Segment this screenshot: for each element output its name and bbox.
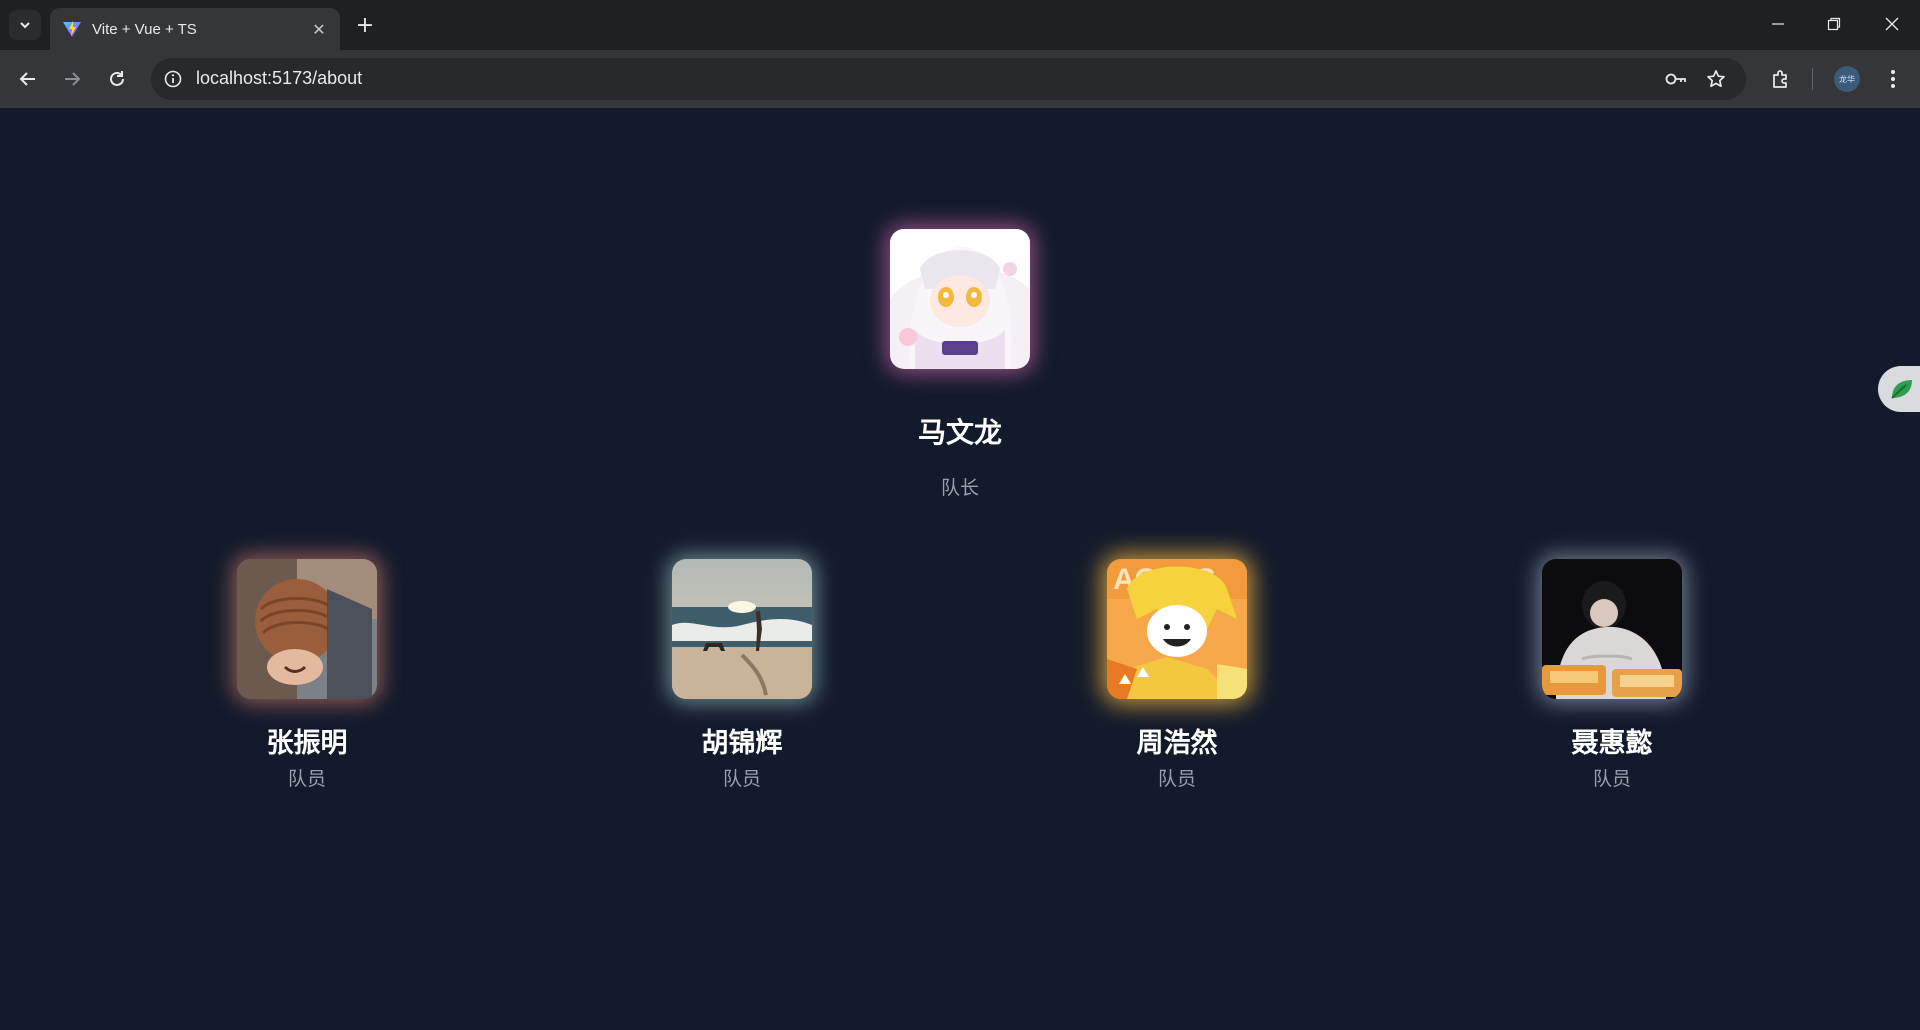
restore-icon[interactable] xyxy=(1814,8,1854,40)
member-card: 张振明 队员 xyxy=(157,559,457,791)
leader-role: 队长 xyxy=(940,477,979,499)
member-card: 胡锦辉 队员 xyxy=(592,559,892,791)
back-icon[interactable] xyxy=(12,63,44,95)
leader-avatar xyxy=(890,229,1030,369)
reload-icon[interactable] xyxy=(101,63,133,95)
member-role: 队员 xyxy=(1157,768,1196,790)
member-name: 胡锦辉 xyxy=(701,728,783,759)
url-text: localhost:5173/about xyxy=(196,68,363,88)
minimize-icon[interactable] xyxy=(1758,8,1798,40)
member-avatar xyxy=(237,559,377,699)
leader-card: 马文龙 队长 xyxy=(810,229,1110,500)
chevron-down-icon xyxy=(20,22,30,29)
profile-avatar[interactable]: 龙华 xyxy=(1834,66,1860,92)
extensions-puzzle-icon[interactable] xyxy=(1765,63,1797,95)
browser-toolbar: localhost:5173/about 龙华 xyxy=(0,50,1920,108)
member-avatar: AGATS xyxy=(1107,559,1247,699)
vite-logo-icon xyxy=(63,21,81,37)
browser-titlebar: Vite + Vue + TS ✕ + xyxy=(0,0,1920,50)
member-avatar xyxy=(672,559,812,699)
forward-icon[interactable] xyxy=(56,63,88,95)
new-tab-button[interactable]: + xyxy=(352,12,378,38)
sidebar-extension-button[interactable] xyxy=(1878,366,1920,412)
member-role: 队员 xyxy=(287,768,326,790)
member-name: 张振明 xyxy=(266,728,348,759)
about-page: 马文龙 队长 张振明 队员 胡锦辉 队员 周浩然 队员 聂惠懿 队员 xyxy=(0,108,1920,1030)
member-name: 周浩然 xyxy=(1136,728,1218,759)
bookmark-star-icon[interactable] xyxy=(1704,67,1728,91)
more-menu-icon[interactable] xyxy=(1877,63,1909,95)
leaf-icon xyxy=(1891,380,1912,399)
address-bar[interactable]: localhost:5173/about xyxy=(151,58,1746,100)
tab-title: Vite + Vue + TS xyxy=(92,20,197,38)
leader-name: 马文龙 xyxy=(917,416,1002,449)
member-avatar xyxy=(1542,559,1682,699)
tab-search-button[interactable] xyxy=(9,10,41,40)
password-key-icon[interactable] xyxy=(1664,67,1688,91)
member-role: 队员 xyxy=(1592,768,1631,790)
member-role: 队员 xyxy=(722,768,761,790)
member-card: 聂惠懿 队员 xyxy=(1462,559,1762,791)
close-window-icon[interactable] xyxy=(1872,8,1912,40)
close-tab-icon[interactable]: ✕ xyxy=(308,18,330,40)
member-name: 聂惠懿 xyxy=(1571,728,1653,759)
member-card: AGATS 周浩然 队员 xyxy=(1027,559,1327,791)
toolbar-divider xyxy=(1812,68,1813,90)
browser-tab[interactable]: Vite + Vue + TS ✕ xyxy=(50,8,340,50)
site-info-icon[interactable] xyxy=(161,67,185,91)
